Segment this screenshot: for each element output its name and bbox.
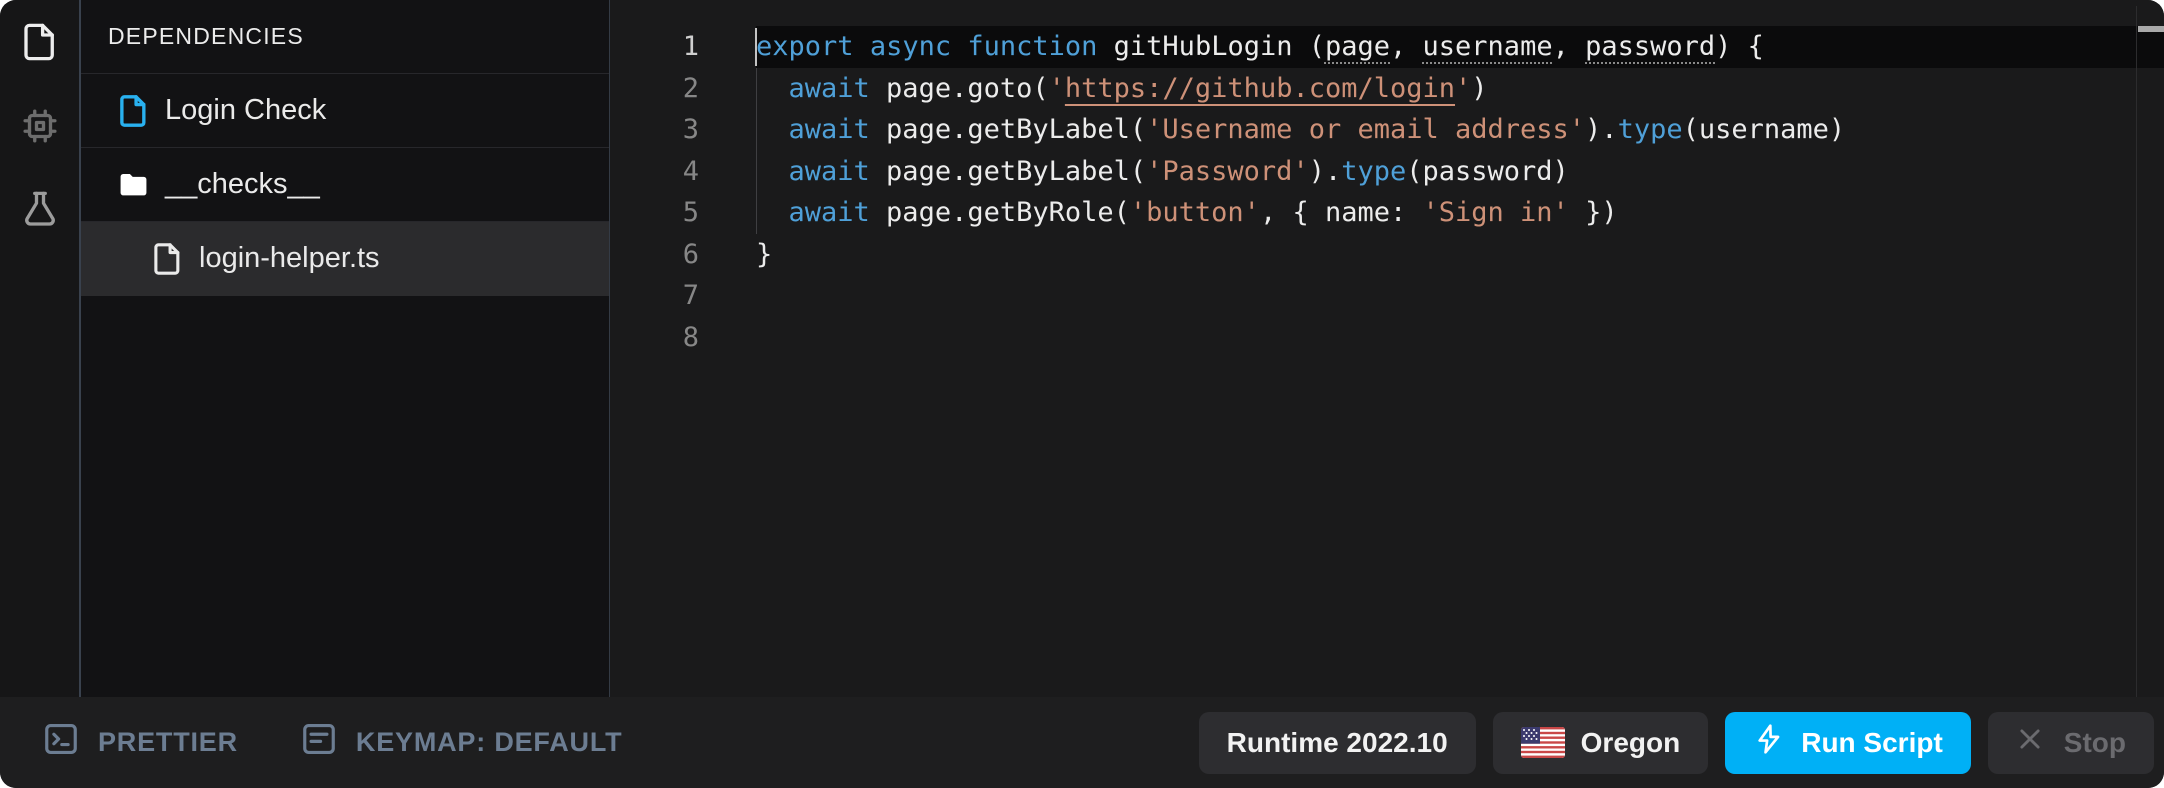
- stop-button[interactable]: Stop: [1988, 712, 2154, 774]
- line-number-gutter: 12345678: [611, 26, 715, 358]
- line-number: 8: [611, 317, 699, 359]
- close-icon: [2016, 725, 2044, 760]
- file-icon: [19, 21, 61, 68]
- editor-scrollbar[interactable]: [2136, 6, 2164, 697]
- file-icon: [118, 94, 149, 128]
- code-line[interactable]: await page.getByRole('button', { name: '…: [756, 192, 1845, 234]
- keymap-label: KEYMAP: DEFAULT: [356, 727, 623, 758]
- line-number: 1: [611, 26, 699, 68]
- runtime-tab-button[interactable]: [18, 106, 62, 150]
- file-icon: [152, 242, 183, 276]
- status-bar: PRETTIER KEYMAP: DEFAULT Runtime 2022.10: [0, 697, 2164, 788]
- chip-icon: [19, 105, 61, 152]
- prettier-status[interactable]: PRETTIER: [42, 720, 238, 765]
- tests-tab-button[interactable]: [18, 190, 62, 234]
- flask-icon: [19, 189, 61, 236]
- code-line[interactable]: export async function gitHubLogin (page,…: [756, 26, 1845, 68]
- sidebar-item-label: login-helper.ts: [199, 242, 380, 275]
- sidebar-item-checks-folder[interactable]: __checks__: [81, 148, 609, 222]
- line-number: 5: [611, 192, 699, 234]
- region-button[interactable]: Oregon: [1493, 712, 1709, 774]
- us-flag-icon: [1521, 727, 1565, 758]
- code-editor[interactable]: 12345678 export async function gitHubLog…: [611, 0, 2164, 697]
- line-number: 3: [611, 109, 699, 151]
- line-number: 4: [611, 151, 699, 193]
- files-tab-button[interactable]: [18, 22, 62, 66]
- code-line[interactable]: [756, 275, 1845, 317]
- runtime-button[interactable]: Runtime 2022.10: [1199, 712, 1476, 774]
- run-script-button[interactable]: Run Script: [1725, 712, 1971, 774]
- stop-label: Stop: [2064, 727, 2126, 759]
- prettier-label: PRETTIER: [98, 727, 238, 758]
- scrollbar-cursor-marker: [2138, 26, 2164, 32]
- line-number: 6: [611, 234, 699, 276]
- sidebar-item-label: Login Check: [165, 94, 326, 127]
- line-number: 7: [611, 275, 699, 317]
- keymap-status[interactable]: KEYMAP: DEFAULT: [300, 720, 623, 765]
- sidebar-item-login-check[interactable]: Login Check: [81, 74, 609, 148]
- activity-bar: [0, 0, 81, 697]
- keymap-icon: [300, 720, 338, 765]
- terminal-icon: [42, 720, 80, 765]
- code-line[interactable]: await page.getByLabel('Username or email…: [756, 109, 1845, 151]
- folder-icon: [118, 168, 149, 202]
- dependencies-panel: DEPENDENCIES Login Check __checks__: [81, 0, 610, 697]
- editor-window: DEPENDENCIES Login Check __checks__: [0, 0, 2164, 788]
- bolt-icon: [1753, 723, 1785, 762]
- sidebar-item-login-helper[interactable]: login-helper.ts: [81, 222, 609, 296]
- runtime-label: Runtime 2022.10: [1227, 727, 1448, 759]
- code-lines: export async function gitHubLogin (page,…: [756, 26, 1845, 358]
- code-line[interactable]: [756, 317, 1845, 359]
- region-label: Oregon: [1581, 727, 1681, 759]
- code-line[interactable]: await page.goto('https://github.com/logi…: [756, 68, 1845, 110]
- sidebar-item-label: __checks__: [165, 168, 320, 201]
- dependencies-header: DEPENDENCIES: [81, 0, 609, 74]
- line-number: 2: [611, 68, 699, 110]
- code-line[interactable]: }: [756, 234, 1845, 276]
- code-line[interactable]: await page.getByLabel('Password').type(p…: [756, 151, 1845, 193]
- run-script-label: Run Script: [1801, 727, 1943, 759]
